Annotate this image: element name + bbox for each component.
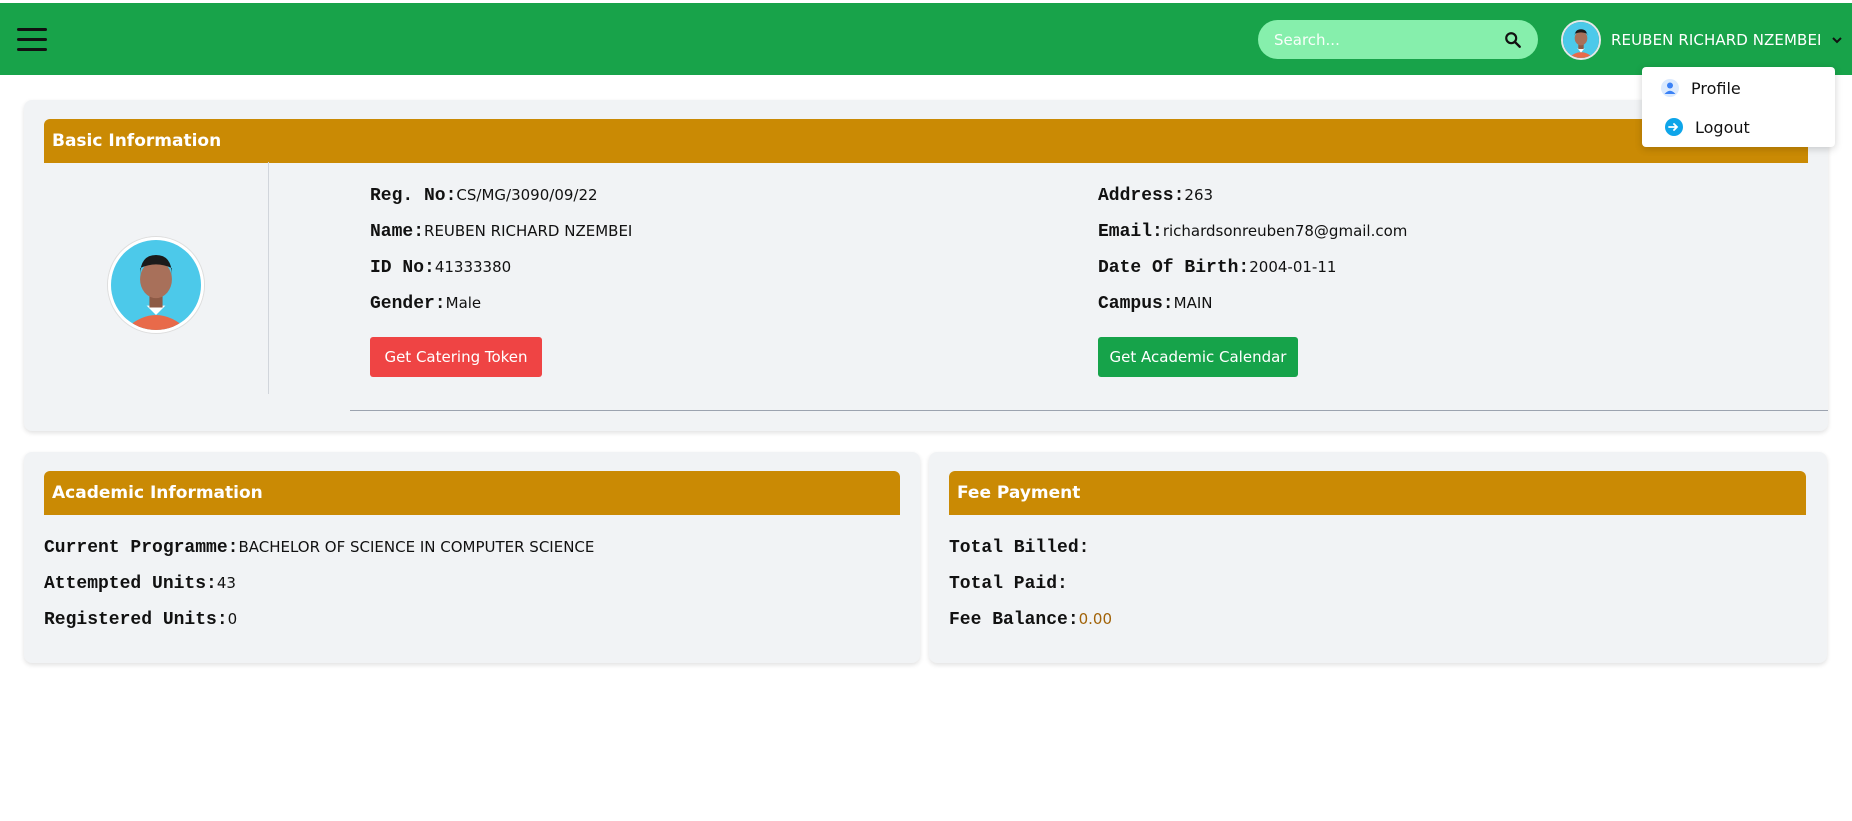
field-value: CS/MG/3090/09/22	[456, 186, 598, 204]
field-value: REUBEN RICHARD NZEMBEI	[424, 222, 633, 240]
basic-information-card: Basic Information Reg. No: CS/MG/3090/09…	[24, 100, 1828, 431]
field-label: Current Programme:	[44, 538, 239, 558]
field-value: 43	[216, 574, 236, 592]
search-icon[interactable]	[1504, 31, 1522, 49]
field-value: richardsonreuben78@gmail.com	[1162, 222, 1408, 240]
logout-icon	[1665, 118, 1683, 136]
total-billed-field: Total Billed:	[949, 538, 1089, 558]
field-label: Name:	[370, 222, 425, 242]
horizontal-divider	[350, 410, 1828, 411]
field-label: Email:	[1098, 222, 1163, 242]
avatar	[1561, 20, 1601, 60]
field-label: Registered Units:	[44, 610, 228, 630]
address-field: Address: 263	[1098, 186, 1213, 206]
field-value: 41333380	[434, 258, 512, 276]
fee-balance-field: Fee Balance: 0.00	[949, 610, 1112, 630]
gender-field: Gender: Male	[370, 294, 481, 314]
get-academic-calendar-button[interactable]: Get Academic Calendar	[1098, 337, 1298, 377]
email-field: Email: richardsonreuben78@gmail.com	[1098, 222, 1407, 242]
get-catering-token-button[interactable]: Get Catering Token	[370, 337, 542, 377]
field-label: Address:	[1098, 186, 1185, 206]
card-header: Academic Information	[44, 471, 900, 515]
user-name: REUBEN RICHARD NZEMBEI	[1611, 31, 1822, 49]
dropdown-item-profile[interactable]: Profile	[1660, 75, 1741, 101]
search-input[interactable]	[1274, 20, 1494, 59]
dropdown-item-label: Profile	[1691, 78, 1741, 98]
vertical-divider	[268, 162, 269, 394]
id-no-field: ID No: 41333380	[370, 258, 511, 278]
current-programme-field: Current Programme: BACHELOR OF SCIENCE I…	[44, 538, 594, 558]
campus-field: Campus: MAIN	[1098, 294, 1212, 314]
student-avatar	[108, 237, 204, 333]
fee-payment-card: Fee Payment Total Billed: Total Paid: Fe…	[929, 452, 1827, 663]
field-label: Attempted Units:	[44, 574, 217, 594]
field-label: Total Paid:	[949, 574, 1068, 594]
user-menu-toggle[interactable]: REUBEN RICHARD NZEMBEI	[1561, 20, 1844, 60]
reg-no-field: Reg. No: CS/MG/3090/09/22	[370, 186, 598, 206]
registered-units-field: Registered Units: 0	[44, 610, 237, 630]
name-field: Name: REUBEN RICHARD NZEMBEI	[370, 222, 632, 242]
user-icon	[1661, 79, 1679, 97]
field-label: Gender:	[370, 294, 446, 314]
user-dropdown-menu: Profile Logout	[1642, 67, 1835, 147]
dropdown-item-logout[interactable]: Logout	[1664, 114, 1750, 140]
academic-information-card: Academic Information Current Programme: …	[24, 452, 920, 663]
menu-icon[interactable]	[17, 28, 47, 52]
field-value: 2004-01-11	[1249, 258, 1337, 276]
total-paid-field: Total Paid:	[949, 574, 1068, 594]
card-title: Fee Payment	[957, 483, 1081, 503]
dropdown-item-label: Logout	[1695, 117, 1750, 137]
card-title: Academic Information	[52, 483, 263, 503]
card-header: Basic Information	[44, 119, 1808, 163]
search-box	[1258, 20, 1538, 59]
field-label: Date Of Birth:	[1098, 258, 1250, 278]
field-label: ID No:	[370, 258, 435, 278]
field-label: Total Billed:	[949, 538, 1090, 558]
chevron-down-icon[interactable]	[1830, 33, 1844, 47]
field-value: 0	[227, 610, 238, 628]
field-value: 0.00	[1078, 610, 1113, 628]
attempted-units-field: Attempted Units: 43	[44, 574, 236, 594]
field-value: BACHELOR OF SCIENCE IN COMPUTER SCIENCE	[238, 538, 595, 556]
date-of-birth-field: Date Of Birth: 2004-01-11	[1098, 258, 1336, 278]
top-navbar: REUBEN RICHARD NZEMBEI	[0, 3, 1852, 75]
field-value: 263	[1184, 186, 1214, 204]
card-header: Fee Payment	[949, 471, 1806, 515]
field-value: Male	[445, 294, 482, 312]
field-label: Campus:	[1098, 294, 1174, 314]
card-title: Basic Information	[52, 131, 222, 151]
field-value: MAIN	[1173, 294, 1213, 312]
field-label: Fee Balance:	[949, 610, 1079, 630]
field-label: Reg. No:	[370, 186, 457, 206]
